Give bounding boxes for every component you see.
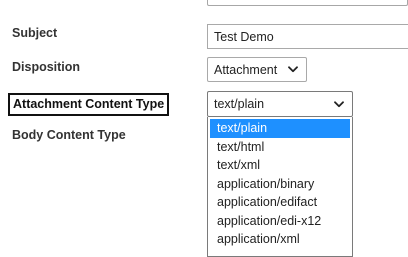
dropdown-option[interactable]: text/xml xyxy=(208,156,352,175)
disposition-selected-value: Attachment xyxy=(214,62,278,77)
dropdown-option[interactable]: text/plain xyxy=(210,119,350,138)
dropdown-option[interactable]: application/edi-x12 xyxy=(208,212,352,231)
subject-input[interactable] xyxy=(207,24,408,49)
dropdown-option[interactable]: application/edifact xyxy=(208,193,352,212)
dropdown-option[interactable]: application/binary xyxy=(208,175,352,194)
chevron-down-icon xyxy=(332,97,346,111)
dropdown-option[interactable]: application/xml xyxy=(208,230,352,249)
body-content-type-label: Body Content Type xyxy=(12,128,126,142)
disposition-label: Disposition xyxy=(12,60,81,74)
chevron-down-icon xyxy=(286,63,300,77)
dropdown-option[interactable]: text/html xyxy=(208,138,352,157)
disposition-select[interactable]: Attachment xyxy=(207,57,307,82)
attachment-content-type-selected-value: text/plain xyxy=(214,97,265,111)
attachment-content-type-dropdown: text/plain text/html text/xml applicatio… xyxy=(207,117,353,257)
previous-field-input[interactable] xyxy=(207,0,408,6)
attachment-content-type-select[interactable]: text/plain xyxy=(207,91,353,117)
attachment-content-type-label: Attachment Content Type xyxy=(8,93,170,116)
subject-label: Subject xyxy=(12,26,58,40)
